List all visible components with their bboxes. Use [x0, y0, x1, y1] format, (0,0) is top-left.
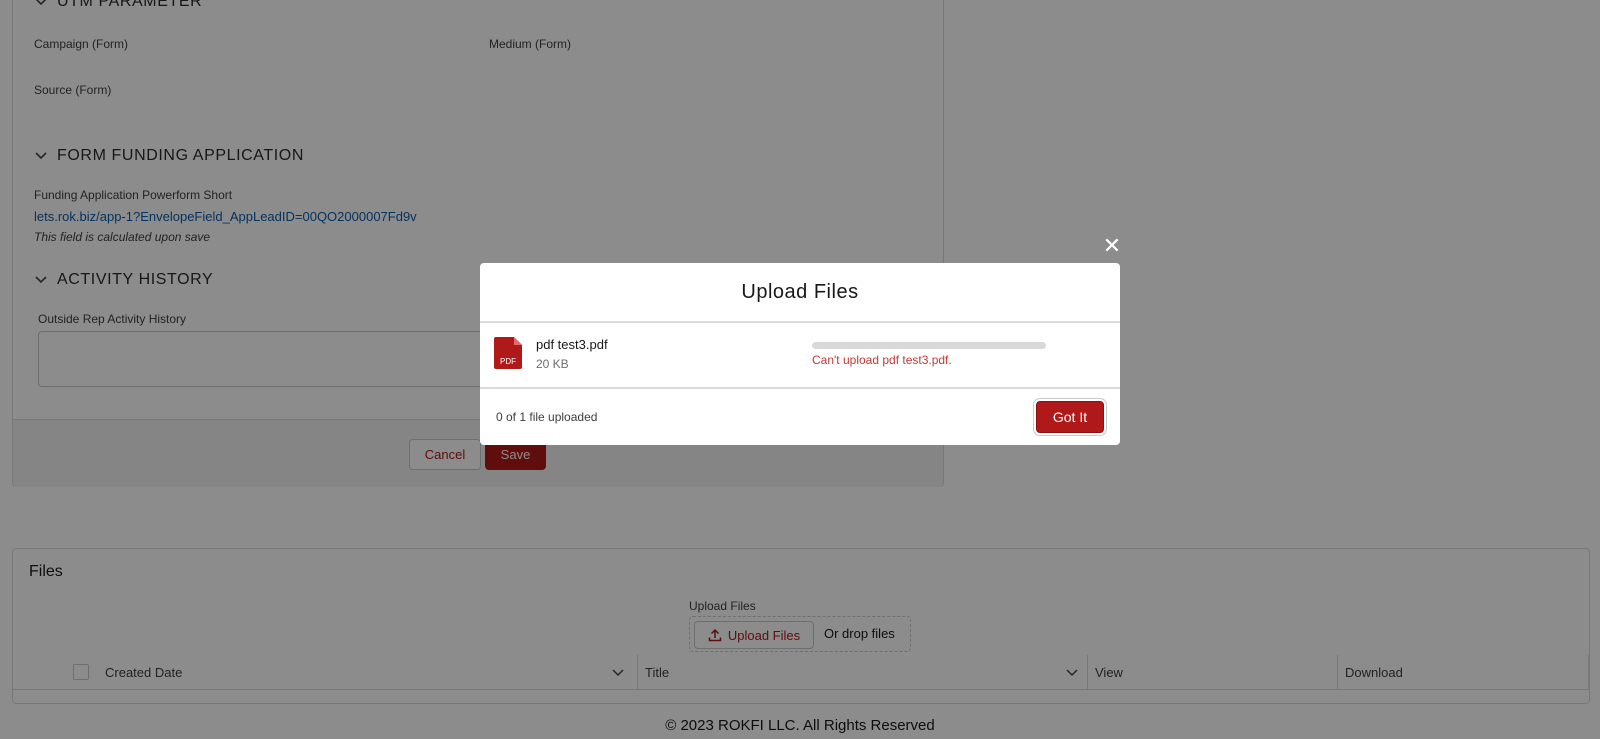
got-it-button[interactable]: Got It — [1036, 401, 1104, 433]
upload-file-row: PDF pdf test3.pdf 20 KB Can't upload pdf… — [480, 323, 1120, 389]
close-icon[interactable]: ✕ — [1100, 234, 1124, 258]
modal-footer: 0 of 1 file uploaded Got It — [480, 389, 1120, 445]
uploaded-file-name: pdf test3.pdf — [536, 337, 608, 352]
upload-progress-bar — [812, 342, 1046, 349]
upload-error-message: Can't upload pdf test3.pdf. — [812, 353, 952, 367]
uploaded-file-size: 20 KB — [536, 357, 569, 371]
upload-files-modal: Upload Files PDF pdf test3.pdf 20 KB Can… — [480, 263, 1120, 445]
upload-status-text: 0 of 1 file uploaded — [496, 410, 598, 424]
pdf-type-badge: PDF — [500, 357, 516, 366]
modal-title: Upload Files — [480, 263, 1120, 323]
pdf-file-icon: PDF — [494, 337, 522, 369]
